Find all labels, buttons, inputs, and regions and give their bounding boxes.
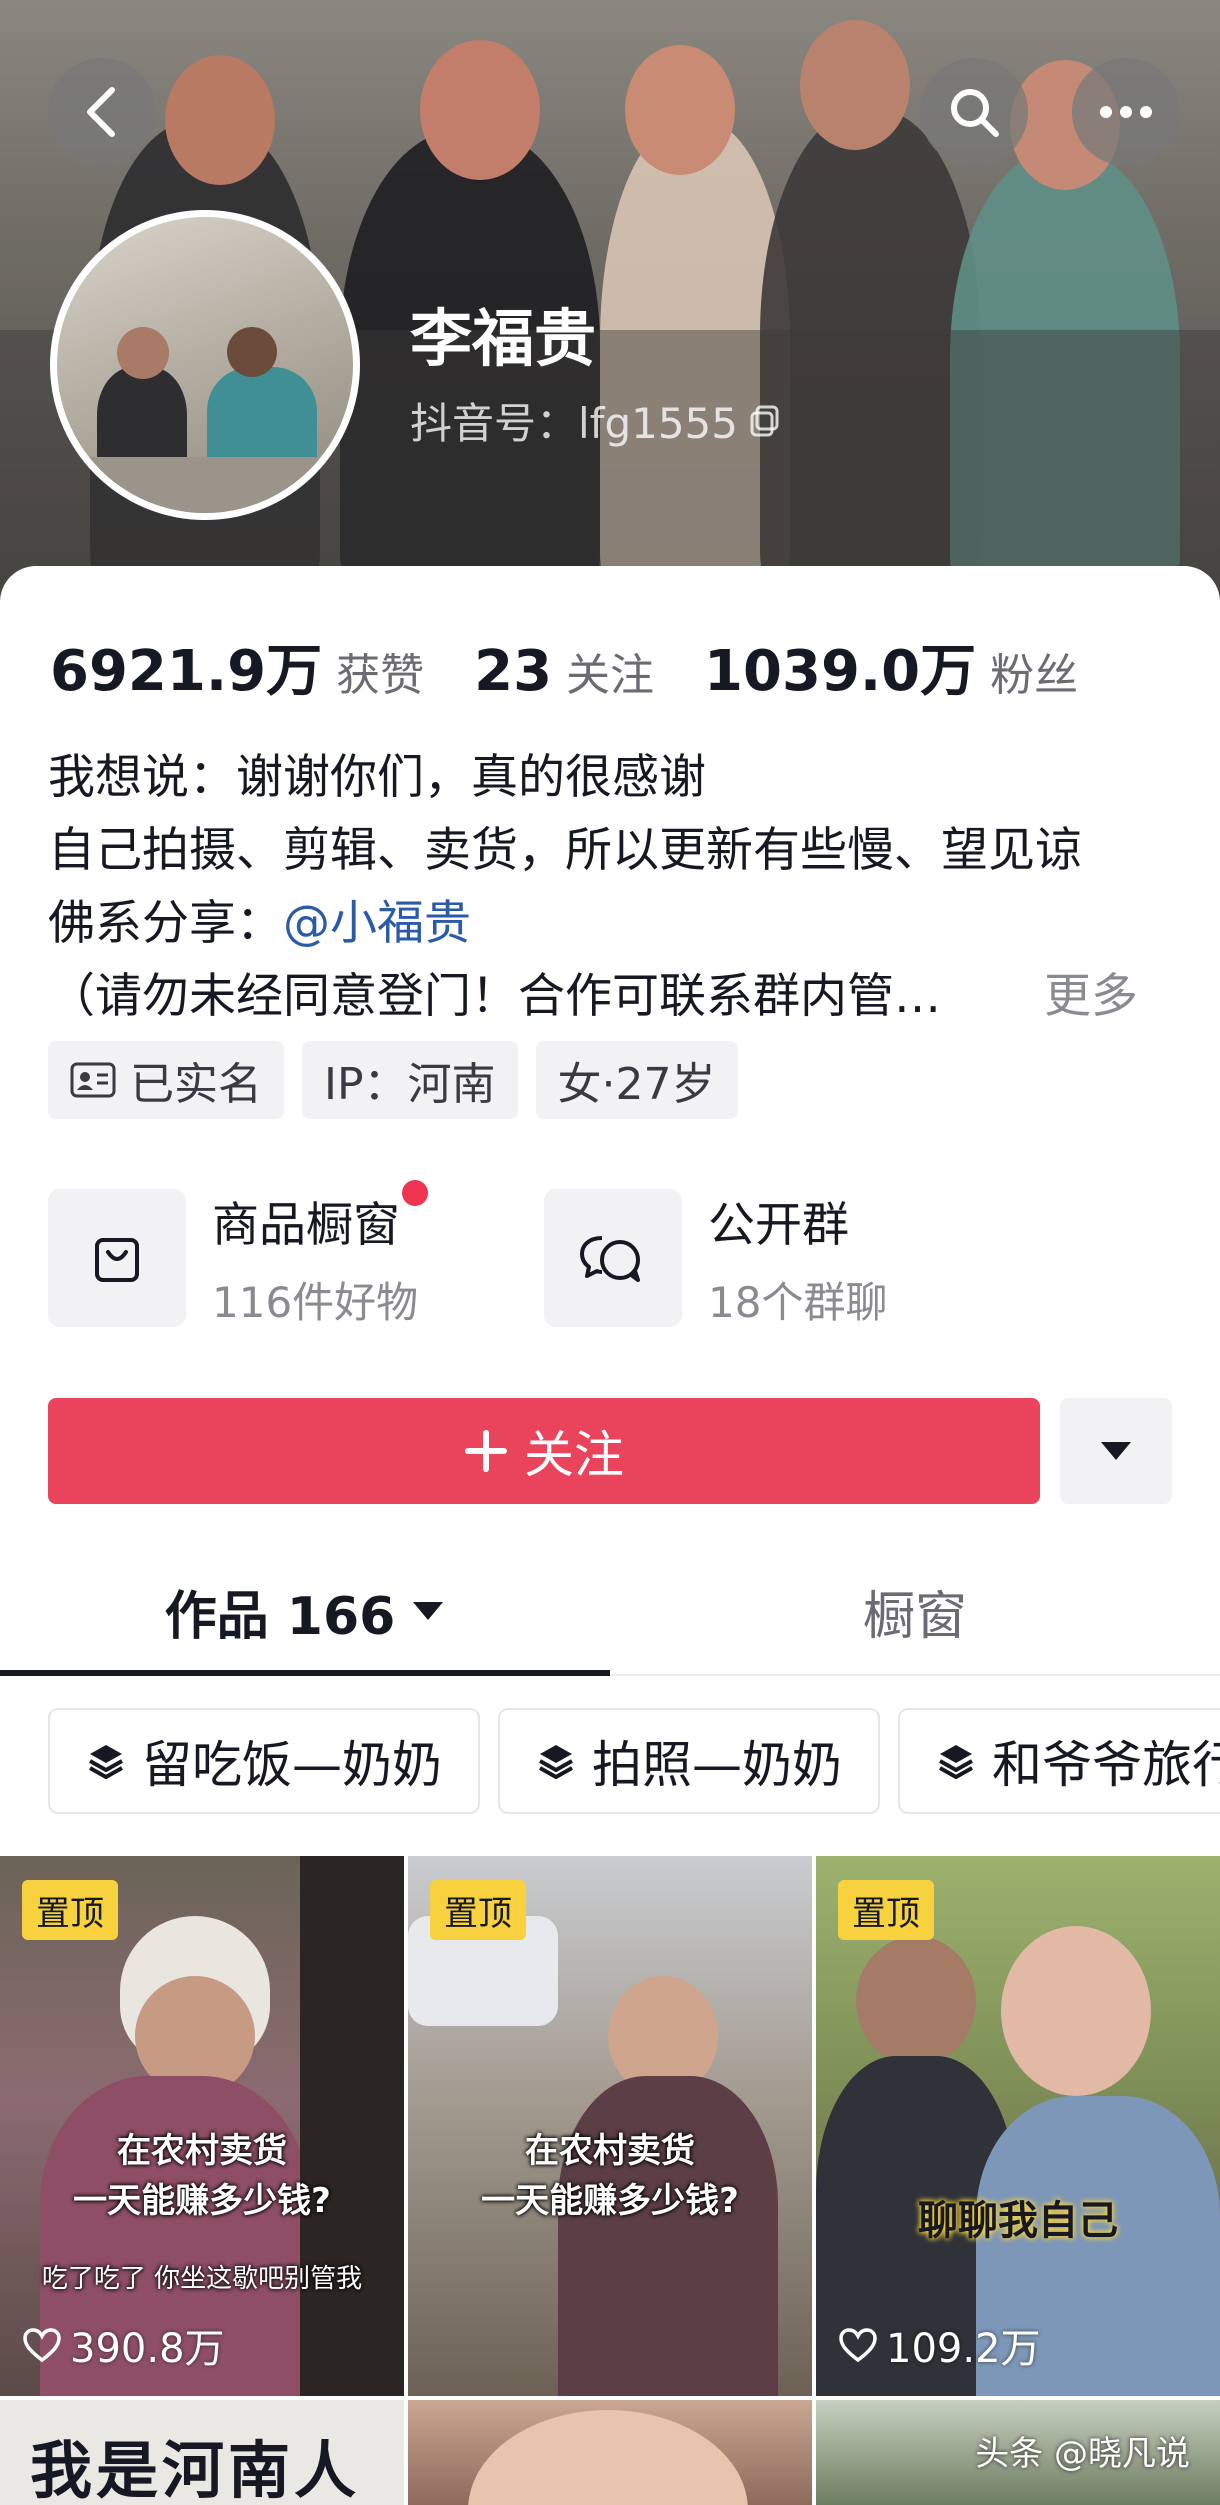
layers-icon (939, 1745, 973, 1779)
gender-age-tag: 女·27岁 (535, 1041, 738, 1119)
source-watermark: 头条 @晓凡说 (975, 2434, 1190, 2474)
chat-bubbles-icon (544, 1189, 682, 1327)
ip-location-tag: IP：河南 (302, 1041, 518, 1119)
collection-chip-label: 留吃饭—奶奶 (142, 1736, 442, 1794)
verified-tag: 已实名 (48, 1041, 284, 1119)
tab-showcase[interactable]: 橱窗 (610, 1556, 1220, 1666)
video-thumbnail[interactable]: 头条 @晓凡说 (816, 2400, 1220, 2505)
collection-chip[interactable]: 留吃饭—奶奶 (48, 1708, 480, 1814)
plus-icon (465, 1430, 507, 1472)
public-group-title: 公开群 (708, 1198, 849, 1253)
collection-chips: 留吃饭—奶奶 拍照—奶奶 和爷爷旅行 (48, 1708, 1220, 1814)
profile-cover-image: 李福贵 抖音号：lfg1555 (0, 0, 1220, 600)
bio-line-4: （请勿未经同意登门！合作可联系群内管… 更多 (48, 960, 1188, 1033)
bio-line-1: 我想说：谢谢你们，真的很感谢 (48, 750, 706, 805)
caret-down-icon (1101, 1442, 1131, 1460)
video-overlay-line-2: 一天能赚多少钱? (73, 2181, 331, 2221)
video-likes: 390.8万 (22, 2316, 225, 2374)
mention-link[interactable]: @小福贵 (283, 896, 471, 951)
video-overlay-line-2: 一天能赚多少钱? (481, 2181, 739, 2221)
following-label: 关注 (566, 650, 655, 701)
video-sign-text: 我是河南人 (30, 2434, 361, 2505)
product-showcase-title: 商品橱窗 (212, 1180, 428, 1255)
active-tab-indicator (0, 1670, 610, 1676)
avatar[interactable] (50, 210, 360, 520)
tab-works[interactable]: 作品 166 (0, 1556, 610, 1666)
video-thumbnail[interactable]: 置顶 在农村卖货 一天能赚多少钱? (408, 1856, 812, 2396)
video-likes-count: 109.2万 (886, 2326, 1041, 2372)
video-overlay-line-1: 在农村卖货 (117, 2131, 287, 2171)
video-overlay-line-1: 聊聊我自己 (918, 2198, 1118, 2244)
search-button[interactable] (920, 58, 1028, 166)
profile-tags: 已实名 IP：河南 女·27岁 (48, 1041, 738, 1119)
more-options-button[interactable] (1072, 58, 1180, 166)
ip-location-label: IP：河南 (324, 1059, 496, 1110)
followers-count[interactable]: 1039.0万 (704, 626, 976, 707)
video-thumbnail[interactable]: 置顶 聊聊我自己 109.2万 (816, 1856, 1220, 2396)
gender-age-label: 女·27岁 (557, 1059, 716, 1110)
pinned-badge: 置顶 (22, 1880, 118, 1940)
followers-label: 粉丝 (990, 650, 1079, 701)
product-showcase-count: 116件好物 (212, 1278, 419, 1327)
id-card-icon (70, 1062, 116, 1098)
notification-dot (402, 1180, 428, 1206)
pinned-badge: 置顶 (430, 1880, 526, 1940)
search-icon (951, 89, 999, 137)
profile-bio: 我想说：谢谢你们，真的很感谢 自己拍摄、剪辑、卖货，所以更新有些慢、望见谅 佛系… (48, 741, 1188, 1033)
following-count[interactable]: 23 (474, 639, 552, 704)
verified-tag-label: 已实名 (130, 1059, 262, 1110)
collection-chip-label: 拍照—奶奶 (592, 1736, 842, 1794)
bio-line-3: 佛系分享：@小福贵 (48, 887, 1188, 960)
bio-line-3-prefix: 佛系分享： (48, 896, 283, 951)
recommend-dropdown-button[interactable] (1060, 1398, 1172, 1504)
bio-line-4-text: （请勿未经同意登门！合作可联系群内管… (48, 969, 941, 1024)
collection-chip[interactable]: 和爷爷旅行 (898, 1708, 1220, 1814)
video-overlay-line-1: 在农村卖货 (525, 2131, 695, 2171)
tab-works-label: 作品 166 (164, 1586, 396, 1647)
profile-nickname: 李福贵 (410, 302, 597, 375)
tab-showcase-label: 橱窗 (862, 1586, 967, 1647)
profile-screen: 李福贵 抖音号：lfg1555 6921.9万 获赞 23 关注 1039.0万… (0, 0, 1220, 2505)
video-caption: 吃了吃了 你坐这歇吧别管我 (41, 2264, 363, 2294)
more-dots-icon (1100, 106, 1152, 118)
profile-stats: 6921.9万 获赞 23 关注 1039.0万 粉丝 (50, 626, 1128, 707)
back-button[interactable] (48, 58, 156, 166)
video-likes: 109.2万 (838, 2316, 1041, 2374)
pinned-badge: 置顶 (838, 1880, 934, 1940)
douyin-id-text: 抖音号：lfg1555 (410, 399, 739, 448)
shopping-bag-icon (48, 1189, 186, 1327)
bio-more-link[interactable]: 更多 (1044, 960, 1138, 1033)
collection-chip-label: 和爷爷旅行 (992, 1736, 1220, 1794)
video-thumbnail[interactable]: 我是河南人 (0, 2400, 404, 2505)
douyin-id[interactable]: 抖音号：lfg1555 (410, 390, 782, 451)
chevron-left-icon (87, 87, 115, 137)
video-thumbnail[interactable] (408, 2400, 812, 2505)
collection-chip[interactable]: 拍照—奶奶 (498, 1708, 880, 1814)
caret-down-icon (413, 1602, 444, 1620)
public-group-count: 18个群聊 (708, 1278, 888, 1327)
product-showcase-entry[interactable]: 商品橱窗 116件好物 (48, 1180, 428, 1330)
video-thumbnail[interactable]: 置顶 在农村卖货 一天能赚多少钱? 吃了吃了 你坐这歇吧别管我 390.8万 (0, 1856, 404, 2396)
heart-outline-icon (23, 2328, 61, 2363)
heart-outline-icon (839, 2328, 877, 2363)
follow-button-label: 关注 (524, 1426, 624, 1484)
copy-icon[interactable] (748, 404, 782, 438)
video-likes-count: 390.8万 (70, 2326, 225, 2372)
public-group-entry[interactable]: 公开群 18个群聊 (544, 1186, 887, 1330)
bio-line-2: 自己拍摄、剪辑、卖货，所以更新有些慢、望见谅 (48, 823, 1082, 878)
layers-icon (539, 1745, 573, 1779)
layers-icon (89, 1745, 123, 1779)
follow-button[interactable]: 关注 (48, 1398, 1040, 1504)
content-tabs: 作品 166 橱窗 (0, 1556, 1220, 1671)
likes-count[interactable]: 6921.9万 (50, 626, 322, 707)
likes-label: 获赞 (336, 650, 425, 701)
